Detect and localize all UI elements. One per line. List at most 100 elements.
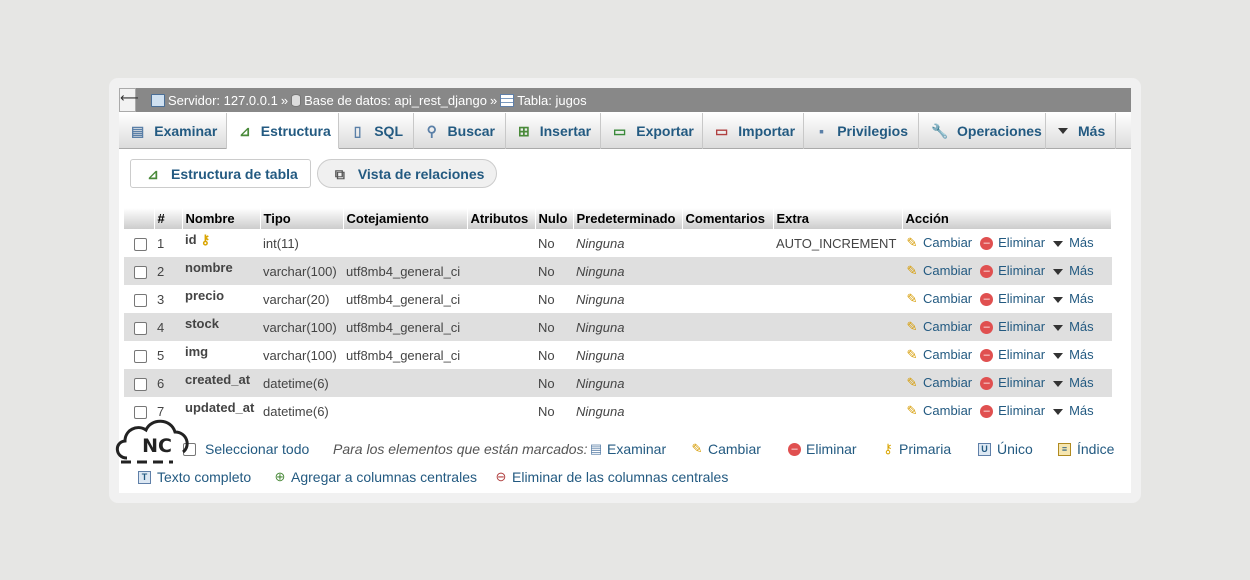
cell-default: Ninguna: [573, 341, 682, 369]
row-checkbox-cell[interactable]: [124, 229, 154, 257]
delete-link[interactable]: – Eliminar: [980, 375, 1045, 391]
table-row: 3 precio varchar(20) utf8mb4_general_ci No Ni…: [124, 285, 1112, 313]
collapse-back-button[interactable]: ⟵: [119, 88, 139, 112]
tab-operations[interactable]: 🔧 Operaciones: [919, 113, 1046, 149]
cell-comments: [682, 285, 773, 313]
bulk-remove-central-button[interactable]: ⊖ Eliminar de las columnas centrales: [494, 466, 729, 488]
bulk-primary-button[interactable]: ⚷ Primaria: [881, 438, 951, 460]
cell-comments: [682, 341, 773, 369]
header-type[interactable]: Tipo: [260, 208, 344, 229]
bulk-index-button[interactable]: ≡ Índice: [1058, 438, 1114, 460]
change-link[interactable]: ✎ Cambiar: [905, 235, 973, 250]
row-checkbox-cell[interactable]: [124, 285, 154, 313]
subtab-table-structure[interactable]: ⊿ Estructura de tabla: [130, 159, 311, 188]
delete-icon: –: [980, 405, 994, 419]
more-dropdown[interactable]: Más: [1053, 319, 1094, 334]
delete-link[interactable]: – Eliminar: [980, 235, 1045, 251]
more-dropdown[interactable]: Más: [1053, 291, 1094, 306]
more-dropdown[interactable]: Más: [1053, 403, 1094, 418]
cell-name: nombre: [182, 257, 260, 285]
database-icon: [291, 93, 302, 107]
delete-link[interactable]: – Eliminar: [980, 291, 1045, 307]
delete-icon: –: [980, 265, 994, 279]
cell-extra: [773, 341, 902, 369]
change-link[interactable]: ✎ Cambiar: [905, 347, 973, 362]
tab-structure[interactable]: ⊿ Estructura: [227, 113, 339, 149]
row-checkbox-cell[interactable]: [124, 341, 154, 369]
relations-icon: ⧉: [334, 165, 345, 182]
header-extra[interactable]: Extra: [773, 208, 903, 229]
more-dropdown[interactable]: Más: [1053, 235, 1094, 250]
delete-link[interactable]: – Eliminar: [980, 347, 1045, 363]
pencil-icon: ✎: [906, 235, 918, 250]
cell-attributes: [467, 229, 535, 257]
delete-link[interactable]: – Eliminar: [980, 263, 1045, 279]
change-link[interactable]: ✎ Cambiar: [905, 403, 973, 418]
header-default[interactable]: Predeterminado: [573, 208, 683, 229]
cell-extra: [773, 285, 902, 313]
export-icon: ▭: [613, 123, 627, 139]
change-link[interactable]: ✎ Cambiar: [905, 375, 973, 390]
row-checkbox[interactable]: [134, 377, 147, 391]
row-checkbox-cell[interactable]: [124, 257, 154, 285]
bulk-add-central-button[interactable]: ⊕ Agregar a columnas centrales: [273, 466, 477, 488]
change-link[interactable]: ✎ Cambiar: [905, 263, 973, 278]
cell-default: Ninguna: [573, 397, 682, 425]
more-dropdown[interactable]: Más: [1053, 263, 1094, 278]
pencil-icon: ✎: [906, 291, 918, 306]
breadcrumb-database[interactable]: Base de datos: api_rest_django: [291, 93, 487, 108]
header-comments[interactable]: Comentarios: [682, 208, 774, 229]
row-checkbox-cell[interactable]: [124, 313, 154, 341]
cell-name: id ⚷: [182, 229, 260, 257]
structure-icon: ⊿: [239, 122, 251, 139]
nc-watermark-logo: NC: [115, 419, 189, 464]
bulk-delete-button[interactable]: – Eliminar: [788, 438, 857, 460]
column-name: precio: [185, 288, 225, 303]
header-attributes[interactable]: Atributos: [467, 208, 536, 229]
tab-sql[interactable]: ▯ SQL: [339, 113, 414, 149]
more-dropdown[interactable]: Más: [1053, 347, 1094, 362]
tab-search[interactable]: ⚲ Buscar: [414, 113, 506, 149]
row-checkbox[interactable]: [134, 321, 147, 335]
more-dropdown[interactable]: Más: [1053, 375, 1094, 390]
change-link[interactable]: ✎ Cambiar: [905, 291, 973, 306]
chevron-down-icon: [1053, 296, 1064, 303]
cell-null: No: [535, 313, 573, 341]
remove-central-columns-icon: ⊖: [495, 469, 507, 484]
change-link[interactable]: ✎ Cambiar: [905, 319, 973, 334]
server-breadcrumb-bar: ⟵ Servidor: 127.0.0.1 » Base de datos: a…: [119, 88, 1131, 112]
cell-name: stock: [182, 313, 260, 341]
tab-more[interactable]: Más: [1046, 113, 1116, 149]
cell-attributes: [467, 313, 535, 341]
tab-export[interactable]: ▭ Exportar: [601, 113, 703, 149]
row-checkbox[interactable]: [134, 293, 147, 307]
tab-browse[interactable]: ▤ Examinar: [119, 113, 227, 149]
bulk-fulltext-button[interactable]: T Texto completo: [138, 466, 251, 488]
tab-privileges[interactable]: ▪ Privilegios: [804, 113, 919, 149]
delete-link[interactable]: – Eliminar: [980, 319, 1045, 335]
header-null[interactable]: Nulo: [535, 208, 574, 229]
tab-insert[interactable]: ⊞ Insertar: [506, 113, 601, 149]
header-collation[interactable]: Cotejamiento: [343, 208, 468, 229]
row-checkbox[interactable]: [134, 265, 147, 279]
cell-type: int(11): [260, 229, 343, 257]
bulk-browse-button[interactable]: ▤ Examinar: [589, 438, 666, 460]
delete-link[interactable]: – Eliminar: [980, 403, 1045, 419]
row-checkbox[interactable]: [134, 349, 147, 363]
tab-import[interactable]: ▭ Importar: [703, 113, 804, 149]
breadcrumb-server[interactable]: Servidor: 127.0.0.1: [151, 93, 278, 108]
bulk-change-button[interactable]: ✎ Cambiar: [690, 438, 761, 460]
breadcrumb-table[interactable]: Tabla: jugos: [500, 93, 587, 108]
breadcrumb-separator: »: [489, 92, 498, 108]
subtab-relation-view[interactable]: ⧉ Vista de relaciones: [316, 159, 498, 188]
cell-name: created_at: [182, 369, 260, 397]
header-number[interactable]: #: [154, 208, 183, 229]
row-checkbox-cell[interactable]: [124, 369, 154, 397]
row-checkbox[interactable]: [134, 237, 147, 251]
table-row: 6 created_at datetime(6) No Ninguna ✎ Cambiar –…: [124, 369, 1112, 397]
cell-collation: utf8mb4_general_ci: [343, 257, 467, 285]
cell-null: No: [535, 285, 573, 313]
header-name[interactable]: Nombre: [182, 208, 261, 229]
watermark-text: NC: [142, 435, 172, 457]
bulk-unique-button[interactable]: U Único: [978, 438, 1033, 460]
